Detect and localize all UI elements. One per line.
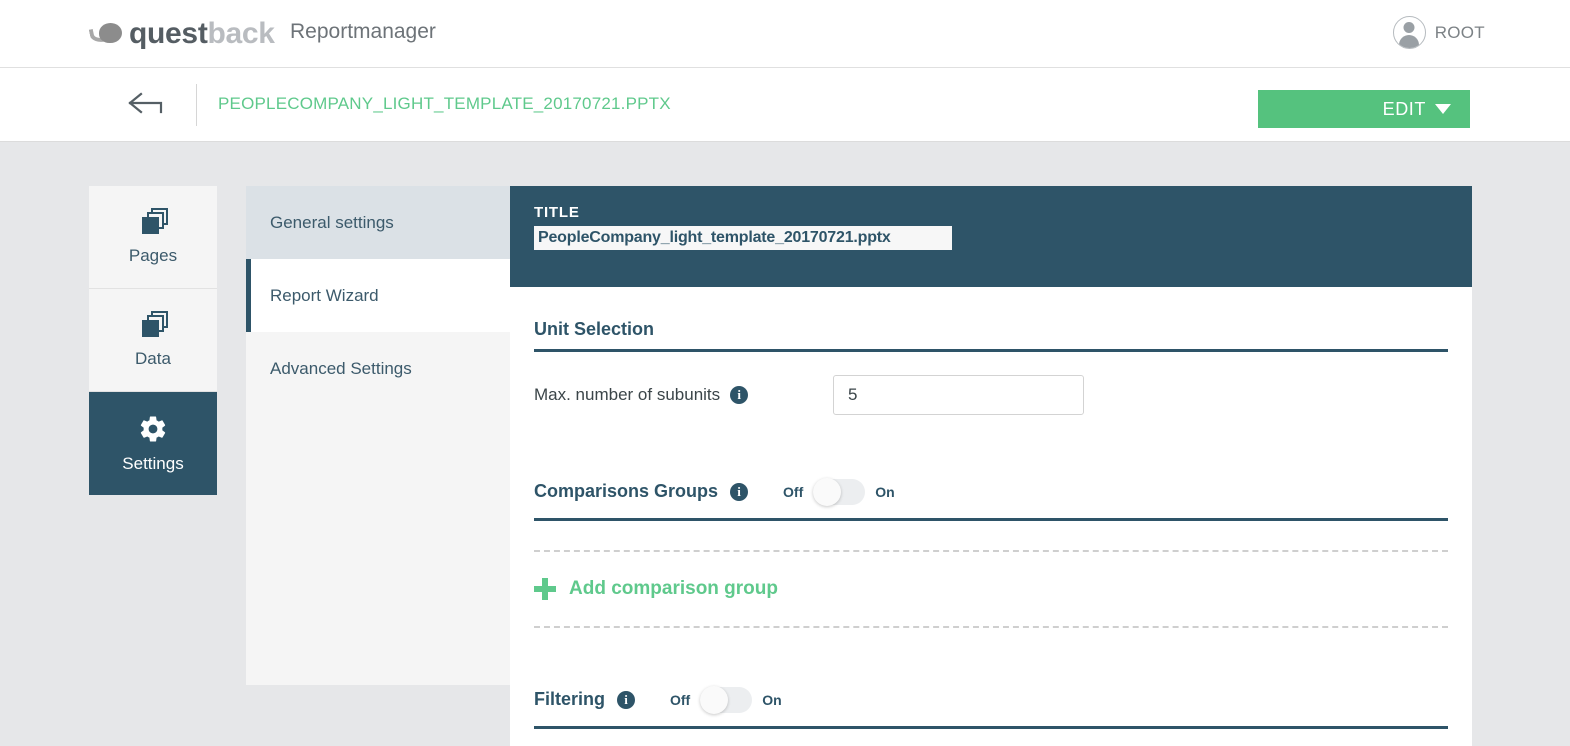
- back-arrow-icon[interactable]: [128, 92, 166, 118]
- report-title-input[interactable]: [534, 226, 952, 250]
- add-comparison-group-button[interactable]: Add comparison group: [534, 550, 1448, 628]
- sidebar-item-settings-label: Settings: [122, 453, 184, 473]
- info-icon[interactable]: i: [730, 385, 749, 404]
- sidebar-item-data-label: Data: [135, 349, 171, 368]
- comparisons-groups-heading-text: Comparisons Groups: [534, 481, 719, 501]
- sidebar-item-pages[interactable]: Pages: [89, 186, 217, 289]
- max-subunits-row: Max. number of subunits i: [534, 352, 1448, 437]
- filtering-heading: Filtering i: [534, 689, 635, 710]
- subnav-item-advanced-settings[interactable]: Advanced Settings: [246, 332, 510, 405]
- plus-icon: [534, 578, 556, 600]
- add-comparison-group-label: Add comparison group: [569, 578, 778, 599]
- top-header-bar: questback Reportmanager ROOT: [0, 0, 1570, 68]
- comparisons-groups-row: Comparisons Groups i Off On: [534, 465, 1448, 521]
- comparisons-groups-switch-group: Off On: [783, 477, 895, 506]
- info-icon[interactable]: i: [730, 482, 749, 501]
- toggle-knob: [813, 477, 842, 506]
- max-subunits-input[interactable]: [833, 374, 1084, 415]
- filtering-row: Filtering i Off On: [534, 673, 1448, 729]
- title-band: TITLE: [510, 186, 1472, 287]
- user-menu[interactable]: ROOT: [1392, 16, 1485, 49]
- filtering-heading-text: Filtering: [534, 689, 605, 709]
- brand-logo[interactable]: questback: [88, 14, 275, 54]
- sidebar-item-data[interactable]: Data: [89, 289, 217, 392]
- primary-sidebar: Pages Data Settings: [89, 186, 217, 495]
- user-avatar-icon: [1392, 16, 1426, 49]
- info-icon[interactable]: i: [617, 690, 635, 709]
- chevron-down-icon: [1435, 104, 1451, 114]
- document-toolbar: PEOPLECOMPANY_LIGHT_TEMPLATE_20170721.PP…: [0, 68, 1570, 142]
- filtering-section: Filtering i Off On: [534, 673, 1448, 729]
- unit-selection-heading: Unit Selection: [534, 287, 1448, 352]
- edit-button[interactable]: EDIT: [1258, 90, 1470, 128]
- subnav-item-general-settings[interactable]: General settings: [246, 186, 510, 259]
- comparisons-groups-heading: Comparisons Groups i: [534, 481, 749, 502]
- sidebar-item-settings[interactable]: Settings: [89, 392, 217, 495]
- brand-wordmark-first: quest: [129, 17, 208, 50]
- title-field-label: TITLE: [534, 204, 580, 221]
- filtering-switch-group: Off On: [670, 685, 782, 714]
- settings-form: Unit Selection Max. number of subunits i…: [510, 287, 1472, 729]
- filtering-off-label: Off: [670, 691, 691, 708]
- max-subunits-label-text: Max. number of subunits: [534, 384, 721, 404]
- brand-wordmark: questback: [129, 19, 275, 49]
- comparisons-on-label: On: [875, 483, 895, 500]
- comparisons-off-label: Off: [783, 483, 804, 500]
- document-name-label[interactable]: PEOPLECOMPANY_LIGHT_TEMPLATE_20170721.PP…: [218, 94, 671, 114]
- gear-icon: [138, 414, 168, 444]
- app-title: Reportmanager: [290, 20, 436, 43]
- filtering-on-label: On: [762, 691, 782, 708]
- max-subunits-label: Max. number of subunits i: [534, 385, 833, 405]
- comparisons-groups-toggle[interactable]: [813, 477, 866, 506]
- settings-content-panel: TITLE Unit Selection Max. number of subu…: [510, 186, 1472, 746]
- edit-button-label: EDIT: [1382, 98, 1426, 119]
- brand-wordmark-second: back: [207, 17, 275, 50]
- toolbar-divider: [196, 84, 197, 126]
- user-name-label: ROOT: [1434, 22, 1485, 42]
- questback-speech-bubble-logo: [88, 20, 124, 48]
- stacked-data-icon: [138, 311, 168, 339]
- subnav-item-report-wizard[interactable]: Report Wizard: [246, 259, 510, 332]
- stacked-pages-icon: [138, 208, 168, 236]
- comparisons-groups-section: Comparisons Groups i Off On Add comparis…: [534, 465, 1448, 628]
- settings-subnav: General settings Report Wizard Advanced …: [246, 186, 510, 685]
- toggle-knob: [700, 685, 729, 714]
- filtering-toggle[interactable]: [700, 685, 753, 714]
- sidebar-item-pages-label: Pages: [128, 246, 178, 265]
